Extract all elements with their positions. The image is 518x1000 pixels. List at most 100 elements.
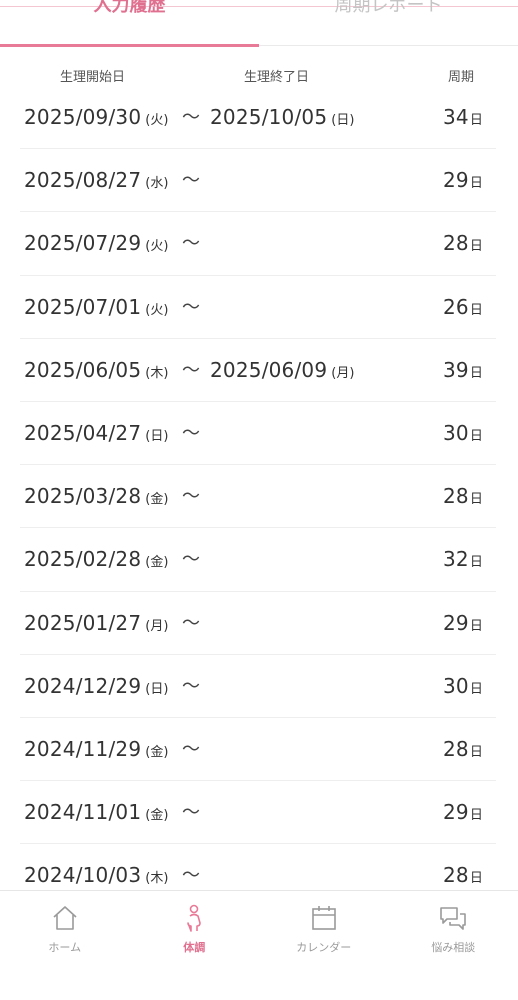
range-tilde: 〜: [182, 170, 200, 192]
end-date: [210, 844, 214, 890]
end-date: 2025/06/09 (月): [210, 339, 354, 402]
tab-cycle-report[interactable]: 周期レポート: [259, 0, 518, 20]
end-date: [210, 655, 214, 718]
start-weekday: (木): [145, 871, 169, 887]
cycle-days: 29: [443, 610, 469, 635]
start-weekday: (金): [145, 744, 169, 760]
start-date-value: 2024/11/01: [24, 800, 142, 825]
end-date: [210, 465, 214, 528]
end-weekday: (月): [331, 365, 355, 381]
cycle-days: 28: [443, 736, 469, 761]
start-date: 2024/11/01 (金): [24, 781, 168, 844]
cycle-length: 26日: [443, 276, 483, 339]
start-date-value: 2025/04/27: [24, 420, 142, 445]
range-tilde: 〜: [182, 233, 200, 255]
range-tilde: 〜: [182, 296, 200, 318]
list-item[interactable]: 2025/08/27 (水) 〜 29日: [0, 149, 518, 213]
list-item[interactable]: 2025/01/27 (月) 〜 29日: [0, 592, 518, 655]
list-item[interactable]: 2024/11/01 (金) 〜 29日: [0, 781, 518, 845]
end-date: [210, 402, 214, 465]
range-tilde: 〜: [182, 612, 200, 634]
list-item[interactable]: 2025/04/27 (日) 〜 30日: [0, 402, 518, 466]
start-date-value: 2024/11/29: [24, 736, 142, 761]
start-weekday: (木): [145, 365, 169, 381]
list-item[interactable]: 2024/12/29 (日) 〜 30日: [0, 655, 518, 719]
nav-body[interactable]: 体調: [130, 903, 260, 955]
cycle-unit: 日: [469, 113, 483, 128]
cycle-length: 34日: [443, 86, 483, 149]
start-weekday: (月): [145, 618, 169, 634]
list-item[interactable]: 2025/02/28 (金) 〜 32日: [0, 528, 518, 592]
cycle-unit: 日: [469, 618, 483, 634]
cycle-unit: 日: [469, 239, 483, 255]
start-date-value: 2025/07/01: [24, 294, 142, 319]
cycle-unit: 日: [469, 871, 483, 887]
nav-consult[interactable]: 悩み相談: [389, 903, 518, 955]
nav-consult-label: 悩み相談: [431, 941, 476, 954]
end-date: [210, 149, 214, 212]
start-date: 2024/10/03 (木): [24, 844, 168, 890]
cycle-length: 30日: [443, 655, 483, 718]
range-tilde: 〜: [182, 549, 200, 571]
cycle-length: 29日: [443, 592, 483, 655]
start-weekday: (金): [145, 808, 169, 824]
end-date: [210, 592, 214, 655]
cycle-length: 32日: [443, 528, 483, 591]
end-date: [210, 528, 214, 591]
nav-calendar-label: カレンダー: [296, 941, 352, 954]
cycle-unit: 日: [469, 302, 483, 318]
cycle-days: 28: [443, 231, 469, 256]
range-tilde: 〜: [182, 486, 200, 508]
start-date-value: 2025/03/28: [24, 484, 142, 509]
header-cycle: 周期: [448, 70, 475, 85]
cycle-unit: 日: [469, 555, 483, 571]
calendar-icon: [311, 906, 336, 930]
bottom-nav: ホーム 体調 カレンダー 悩み相談: [0, 890, 518, 1000]
start-date: 2025/09/30 (火): [24, 86, 168, 149]
list-item[interactable]: 2024/11/29 (金) 〜 28日: [0, 718, 518, 782]
start-date-value: 2025/02/28: [24, 547, 142, 572]
start-date: 2025/01/27 (月): [24, 592, 168, 655]
end-date: 2025/10/05 (日): [210, 86, 354, 149]
chat-icon: [440, 907, 467, 930]
list-item[interactable]: 2025/07/01 (火) 〜 26日: [0, 276, 518, 339]
list-item[interactable]: 2025/03/28 (金) 〜 28日: [0, 465, 518, 529]
cycle-unit: 日: [469, 808, 483, 824]
end-date: [210, 212, 214, 275]
tab-bar: 入力履歴 周期レポート: [0, 0, 518, 48]
start-date: 2024/11/29 (金): [24, 718, 168, 781]
cycle-days: 29: [443, 168, 469, 193]
nav-calendar[interactable]: カレンダー: [259, 903, 389, 955]
cycle-unit: 日: [469, 428, 483, 444]
start-weekday: (火): [145, 113, 169, 128]
end-weekday: (日): [331, 113, 355, 128]
start-date: 2024/12/29 (日): [24, 655, 168, 718]
start-date-value: 2024/10/03: [24, 863, 142, 888]
cycle-days: 32: [443, 547, 469, 572]
range-tilde: 〜: [182, 107, 200, 128]
start-date: 2025/03/28 (金): [24, 465, 168, 528]
range-tilde: 〜: [182, 675, 200, 697]
list-item[interactable]: 2024/10/03 (木) 〜 28日: [0, 844, 518, 890]
start-weekday: (金): [145, 555, 169, 571]
start-weekday: (日): [145, 428, 169, 444]
tab-input-history[interactable]: 入力履歴: [0, 0, 259, 20]
list-item[interactable]: 2025/09/30 (火) 〜 2025/10/05 (日) 34日: [0, 86, 518, 150]
body-icon: [187, 904, 202, 932]
cycle-length: 28日: [443, 212, 483, 275]
range-tilde: 〜: [182, 738, 200, 760]
history-list[interactable]: 2025/09/30 (火) 〜 2025/10/05 (日) 34日 2025/08/27…: [0, 86, 518, 890]
cycle-unit: 日: [469, 365, 483, 381]
start-date: 2025/08/27 (水): [24, 149, 168, 212]
start-date-value: 2025/09/30: [24, 105, 142, 129]
list-item[interactable]: 2025/07/29 (火) 〜 28日: [0, 212, 518, 276]
cycle-length: 28日: [443, 465, 483, 528]
start-date-value: 2025/07/29: [24, 231, 142, 256]
start-date: 2025/07/01 (火): [24, 276, 168, 339]
cycle-days: 28: [443, 863, 469, 888]
header-end-date: 生理終了日: [244, 70, 310, 85]
end-date-value: 2025/06/09: [210, 357, 328, 382]
cycle-length: 30日: [443, 402, 483, 465]
nav-home[interactable]: ホーム: [0, 903, 130, 955]
list-item[interactable]: 2025/06/05 (木) 〜 2025/06/09 (月) 39日: [0, 339, 518, 403]
